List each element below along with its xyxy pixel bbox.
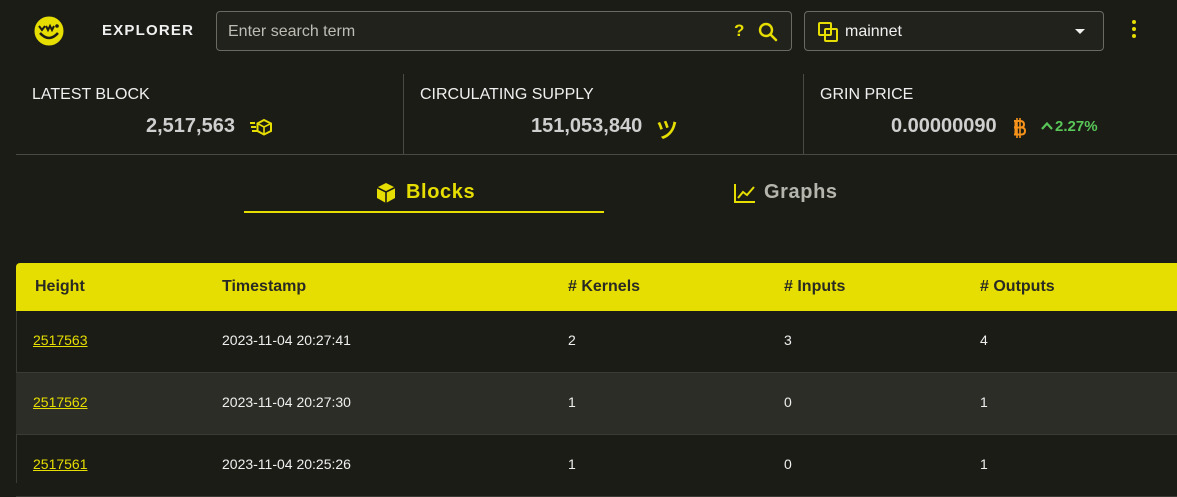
cube-icon (376, 183, 396, 203)
trend-up-icon (1041, 121, 1053, 130)
stat-latest-block: LATEST BLOCK 2,517,563 (16, 74, 403, 154)
stats-panel: LATEST BLOCK 2,517,563 CIRCULATING SUPPL… (16, 74, 1177, 155)
line-chart-icon (734, 184, 755, 203)
grin-unit-icon: ツ (656, 118, 679, 143)
block-speed-icon (250, 118, 272, 136)
stat-circulating-supply: CIRCULATING SUPPLY 151,053,840 ツ (404, 74, 803, 154)
tab-label: Blocks (406, 181, 476, 203)
column-header-kernels[interactable]: # Kernels (568, 278, 640, 296)
timestamp-cell: 2023-11-04 20:27:30 (222, 394, 351, 410)
table-row[interactable]: 2517561 2023-11-04 20:25:26 1 0 1 (16, 435, 1177, 497)
inputs-cell: 3 (784, 332, 792, 348)
tab-blocks[interactable]: Blocks (244, 178, 604, 214)
outputs-cell: 1 (980, 394, 988, 410)
stat-value: 151,053,840 (531, 115, 643, 137)
brand-title[interactable]: EXPLORER (102, 22, 194, 39)
column-header-inputs[interactable]: # Inputs (784, 278, 845, 296)
bitcoin-icon (1014, 118, 1026, 138)
stat-title: CIRCULATING SUPPLY (420, 86, 594, 103)
block-height-link[interactable]: 2517561 (33, 456, 88, 472)
blocks-table: Height Timestamp # Kernels # Inputs # Ou… (16, 263, 1177, 497)
outputs-cell: 4 (980, 332, 988, 348)
price-change: 2.27% (1055, 118, 1098, 135)
help-icon[interactable]: ? (734, 21, 744, 41)
search-box[interactable]: ? (216, 11, 792, 51)
tab-label: Graphs (764, 181, 838, 203)
stat-title: GRIN PRICE (820, 86, 914, 103)
more-vert-icon[interactable] (1126, 20, 1142, 44)
height-cell: 2517562 (33, 394, 88, 410)
table-row[interactable]: 2517563 2023-11-04 20:27:41 2 3 4 (16, 311, 1177, 373)
table-row[interactable]: 2517562 2023-11-04 20:27:30 1 0 1 (16, 373, 1177, 435)
grin-logo-icon[interactable] (32, 14, 66, 48)
kernels-cell: 1 (568, 394, 576, 410)
top-bar: EXPLORER ? mainnet (0, 0, 1177, 62)
stat-grin-price: GRIN PRICE 0.00000090 2.27% (804, 74, 1177, 154)
chevron-down-icon (1075, 29, 1085, 34)
search-input[interactable] (228, 21, 718, 43)
column-header-outputs[interactable]: # Outputs (980, 278, 1055, 296)
timestamp-cell: 2023-11-04 20:27:41 (222, 332, 351, 348)
tab-graphs[interactable]: Graphs (604, 178, 964, 214)
outputs-cell: 1 (980, 456, 988, 472)
kernels-cell: 1 (568, 456, 576, 472)
search-icon[interactable] (757, 21, 779, 43)
stat-value: 2,517,563 (146, 115, 235, 137)
table-header: Height Timestamp # Kernels # Inputs # Ou… (16, 263, 1177, 311)
tab-indicator (244, 211, 604, 213)
block-height-link[interactable]: 2517563 (33, 332, 88, 348)
block-height-link[interactable]: 2517562 (33, 394, 88, 410)
column-header-height[interactable]: Height (35, 278, 85, 296)
height-cell: 2517561 (33, 456, 88, 472)
timestamp-cell: 2023-11-04 20:25:26 (222, 456, 351, 472)
inputs-cell: 0 (784, 456, 792, 472)
kernels-cell: 2 (568, 332, 576, 348)
network-value: mainnet (845, 23, 902, 40)
network-select[interactable]: mainnet (804, 11, 1104, 51)
inputs-cell: 0 (784, 394, 792, 410)
column-header-timestamp[interactable]: Timestamp (222, 278, 306, 296)
height-cell: 2517563 (33, 332, 88, 348)
stat-value: 0.00000090 (891, 115, 997, 137)
network-icon (818, 22, 838, 42)
stat-title: LATEST BLOCK (32, 86, 150, 103)
